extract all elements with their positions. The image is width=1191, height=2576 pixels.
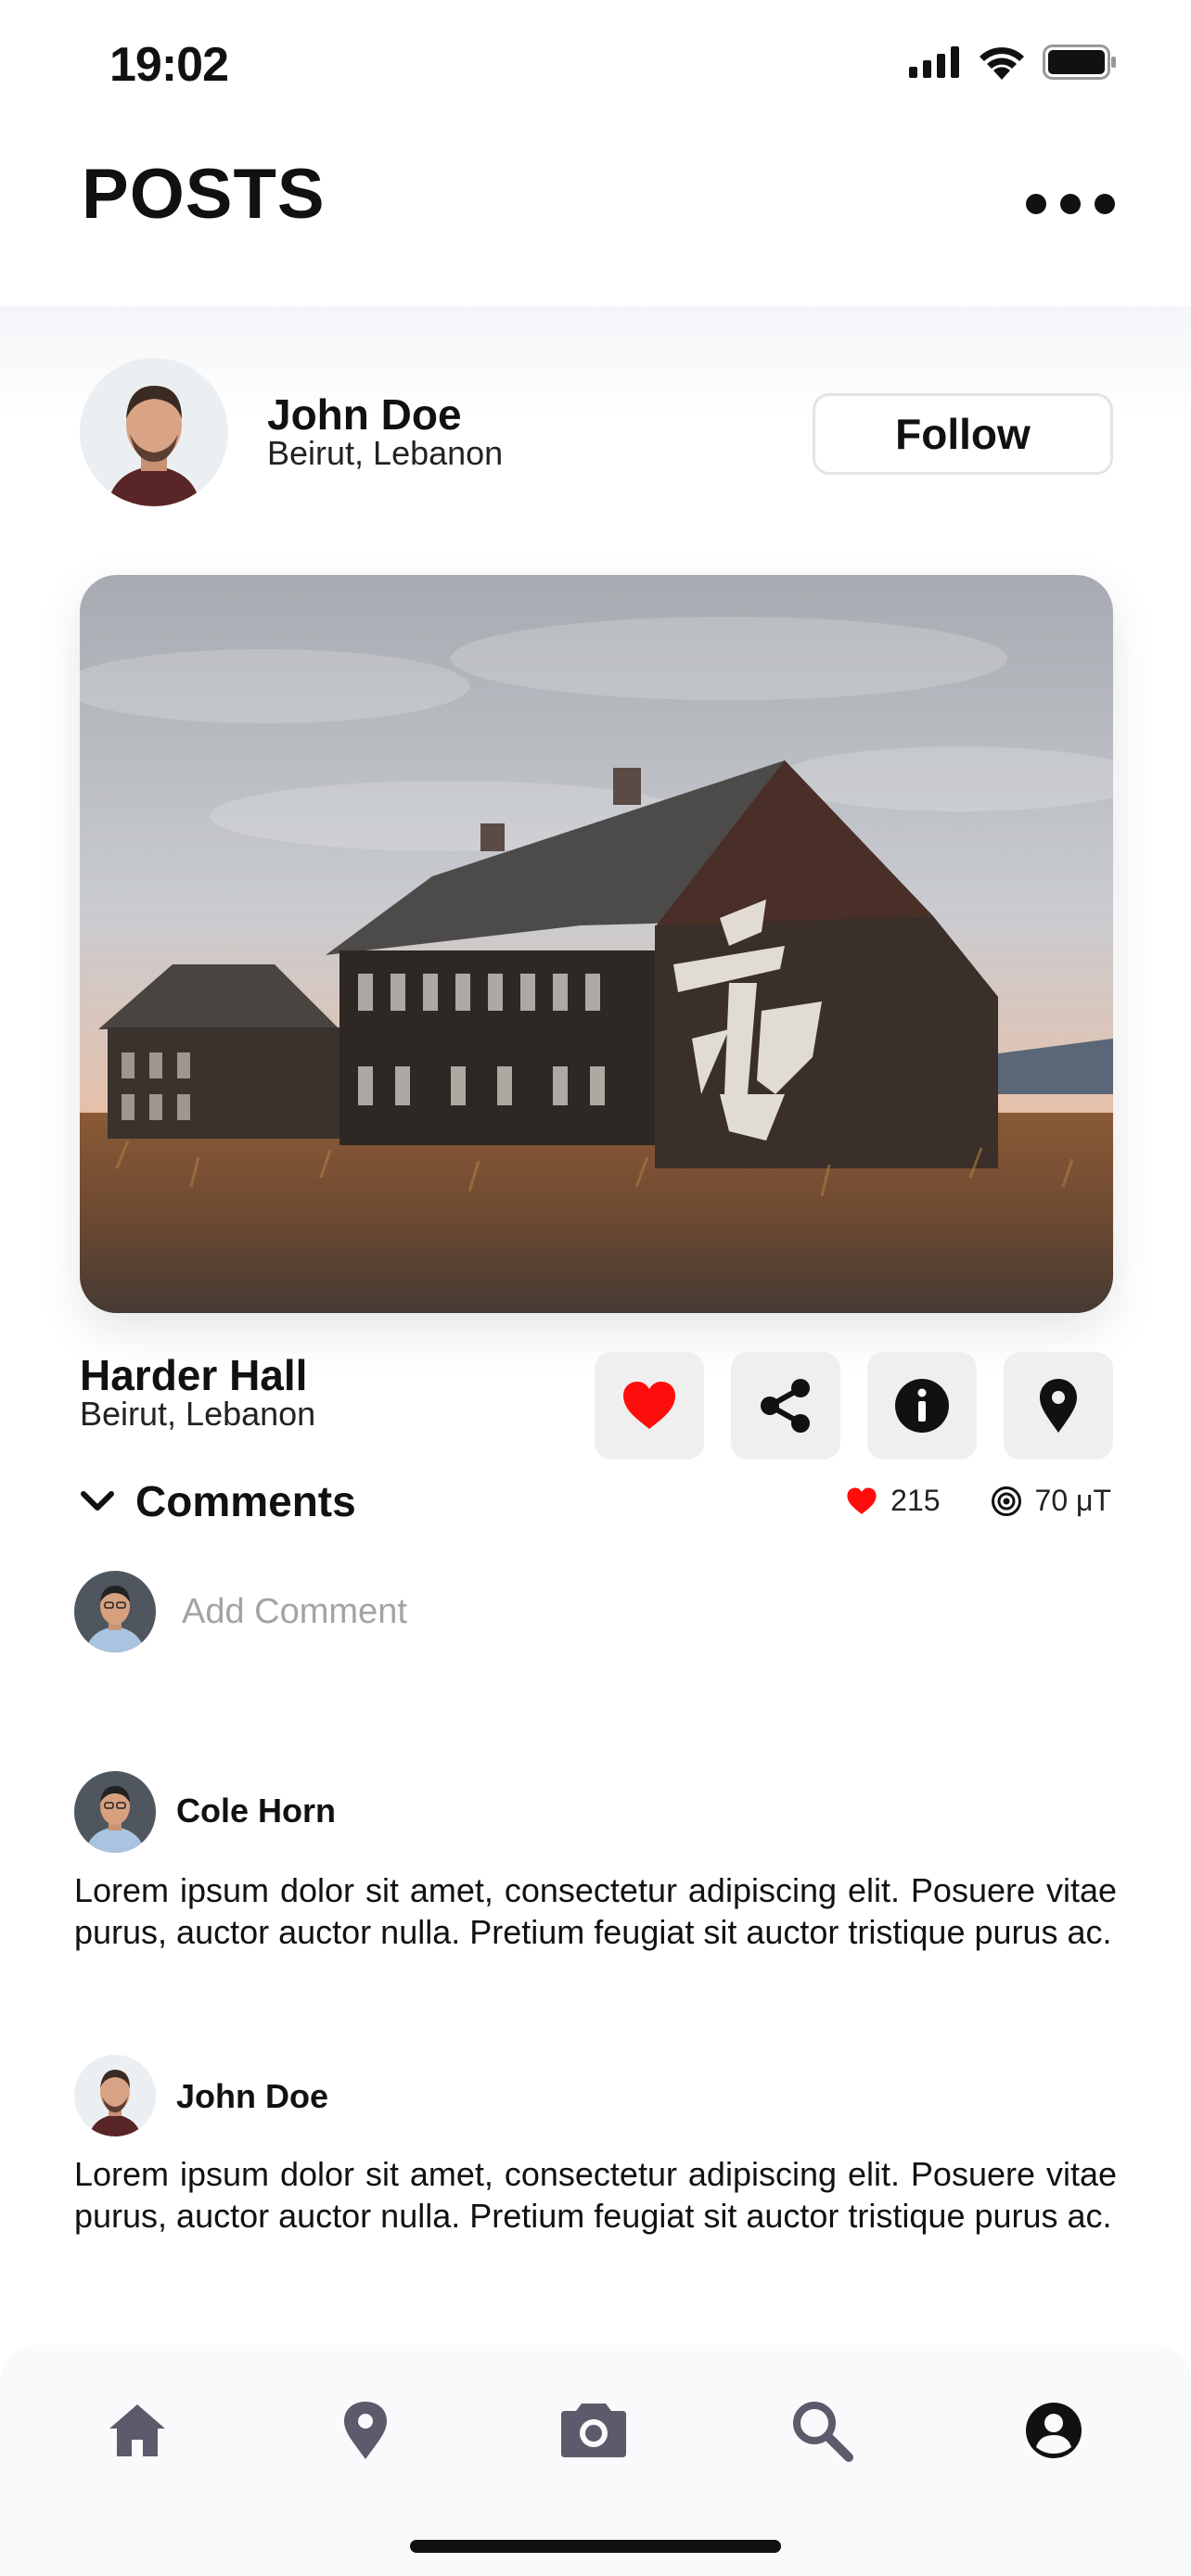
post-stats: 215 70 μT — [846, 1484, 1111, 1518]
location-pin-icon — [1040, 1379, 1077, 1433]
info-button[interactable] — [867, 1352, 977, 1460]
comment-avatar[interactable] — [74, 2055, 156, 2136]
share-icon — [761, 1379, 810, 1433]
status-bar: 19:02 — [0, 0, 1191, 130]
home-icon — [109, 2404, 165, 2456]
likes-heart-icon — [847, 1487, 877, 1514]
comment-text: Lorem ipsum dolor sit amet, consectetur … — [74, 1871, 1117, 1951]
page-title: POSTS — [82, 155, 326, 234]
nav-home[interactable] — [91, 2389, 184, 2472]
more-dot — [1060, 194, 1081, 214]
nav-search[interactable] — [775, 2389, 868, 2472]
cellular-signal-icon — [909, 46, 959, 78]
map-pin-icon — [344, 2402, 387, 2459]
share-button[interactable] — [731, 1352, 840, 1460]
home-indicator — [410, 2540, 781, 2553]
comment-avatar[interactable] — [74, 1771, 156, 1853]
battery-icon — [1043, 45, 1116, 80]
wifi-icon — [980, 47, 1024, 80]
comment-author[interactable]: John Doe — [176, 2077, 328, 2116]
post-title: Harder Hall — [80, 1351, 308, 1399]
nav-camera[interactable] — [547, 2389, 640, 2472]
more-dot — [1026, 194, 1046, 214]
radiation-target-icon — [991, 1486, 1021, 1516]
more-options-button[interactable] — [1026, 184, 1115, 224]
nav-profile[interactable] — [1007, 2389, 1100, 2472]
comments-label: Comments — [135, 1477, 356, 1525]
camera-icon — [561, 2404, 626, 2457]
comment-author[interactable]: Cole Horn — [176, 1792, 336, 1830]
header: POSTS — [0, 130, 1191, 306]
heart-icon — [623, 1382, 675, 1429]
chevron-down-icon — [81, 1491, 114, 1511]
status-time: 19:02 — [109, 38, 229, 92]
post-photo[interactable] — [80, 575, 1113, 1313]
comment-text: Lorem ipsum dolor sit amet, consectetur … — [74, 2155, 1117, 2235]
author-avatar[interactable] — [80, 358, 228, 506]
current-user-avatar — [74, 1571, 156, 1652]
author-location: Beirut, Lebanon — [267, 434, 504, 472]
profile-icon — [1026, 2403, 1082, 2458]
search-icon — [793, 2402, 853, 2462]
radiation-value: 70 μT — [1034, 1484, 1111, 1517]
follow-button[interactable]: Follow — [813, 393, 1113, 475]
location-button[interactable] — [1004, 1352, 1113, 1460]
add-comment-input[interactable] — [182, 1584, 1072, 1639]
likes-count: 215 — [890, 1484, 941, 1517]
like-button[interactable] — [595, 1352, 704, 1460]
comments-toggle[interactable]: Comments — [80, 1476, 356, 1526]
info-icon — [895, 1379, 949, 1433]
author-name[interactable]: John Doe — [267, 389, 462, 440]
more-dot — [1095, 194, 1115, 214]
nav-map[interactable] — [319, 2389, 412, 2472]
post-location: Beirut, Lebanon — [80, 1395, 316, 1433]
status-icons — [909, 45, 1117, 80]
